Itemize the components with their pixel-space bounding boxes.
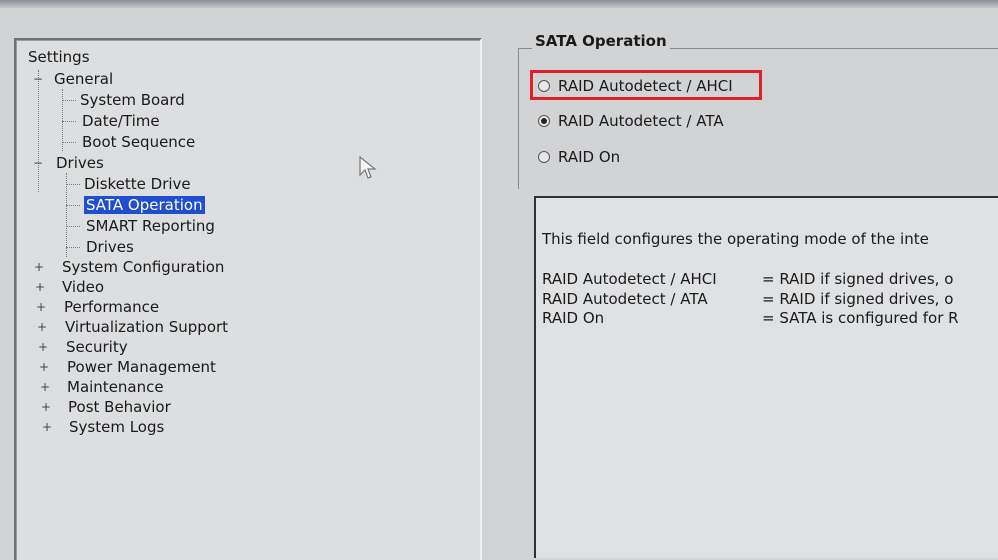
expand-icon[interactable]: + [35,281,45,293]
tree-item-boot-sequence[interactable]: Boot Sequence [82,133,195,151]
tree-item-diskette-drive[interactable]: Diskette Drive [84,175,191,193]
tree-group-general[interactable]: General [54,70,113,88]
radio-label: RAID Autodetect / ATA [558,112,724,130]
radio-button-icon[interactable] [538,115,550,127]
tree-group-post-behavior[interactable]: Post Behavior [68,398,171,416]
radio-button-icon[interactable] [538,151,550,163]
mouse-pointer-icon [359,155,377,179]
expand-icon[interactable]: + [38,341,48,353]
expand-icon[interactable]: + [42,421,52,433]
help-row-value: = RAID if signed drives, o [762,270,954,288]
sata-operation-panel: SATA Operation RAID Autodetect / AHCI RA… [490,8,998,558]
tree-connector [62,121,76,122]
tree-connector [66,226,80,227]
tree-connector [38,70,39,192]
radio-raid-on[interactable]: RAID On [538,148,620,166]
highlight-annotation [530,70,762,100]
expand-icon[interactable]: + [37,321,47,333]
tree-connector [66,205,80,206]
tree-item-drives[interactable]: Drives [86,238,134,256]
radio-raid-autodetect-ata[interactable]: RAID Autodetect / ATA [538,112,724,130]
help-description-panel: This field configures the operating mode… [534,196,998,558]
help-row-value: = RAID if signed drives, o [762,290,954,308]
help-row-name: RAID Autodetect / AHCI [542,270,717,288]
tree-item-smart-reporting[interactable]: SMART Reporting [86,217,215,235]
tree-group-virtualization-support[interactable]: Virtualization Support [65,318,228,336]
help-row-name: RAID Autodetect / ATA [542,290,708,308]
window-top-bar [0,0,998,8]
tree-group-performance[interactable]: Performance [64,298,159,316]
tree-connector [66,173,67,257]
settings-tree-panel: Settings − General System Board Date/Tim… [14,38,482,560]
help-intro-text: This field configures the operating mode… [542,230,929,248]
tree-item-sata-operation[interactable]: SATA Operation [84,196,205,214]
radio-label: RAID On [558,148,621,166]
collapse-icon[interactable]: − [33,157,43,169]
expand-icon[interactable]: + [41,401,51,413]
collapse-icon[interactable]: − [33,73,43,85]
expand-icon[interactable]: + [34,261,44,273]
sata-group-title: SATA Operation [532,32,670,50]
tree-root-settings[interactable]: Settings [28,48,90,66]
tree-group-maintenance[interactable]: Maintenance [67,378,164,396]
tree-group-security[interactable]: Security [66,338,128,356]
help-row-value: = SATA is configured for R [762,309,959,327]
tree-item-date-time[interactable]: Date/Time [82,112,160,130]
expand-icon[interactable]: + [36,301,46,313]
tree-group-system-configuration[interactable]: System Configuration [62,258,224,276]
tree-group-power-management[interactable]: Power Management [67,358,216,376]
tree-connector [66,184,80,185]
expand-icon[interactable]: + [40,381,50,393]
tree-group-drives[interactable]: Drives [56,154,104,172]
tree-group-system-logs[interactable]: System Logs [69,418,164,436]
expand-icon[interactable]: + [39,361,49,373]
tree-connector [66,247,80,248]
tree-connector [62,142,76,143]
tree-group-video[interactable]: Video [62,278,104,296]
tree-connector [62,100,76,101]
help-row-name: RAID On [542,309,605,327]
tree-item-system-board[interactable]: System Board [80,91,185,109]
